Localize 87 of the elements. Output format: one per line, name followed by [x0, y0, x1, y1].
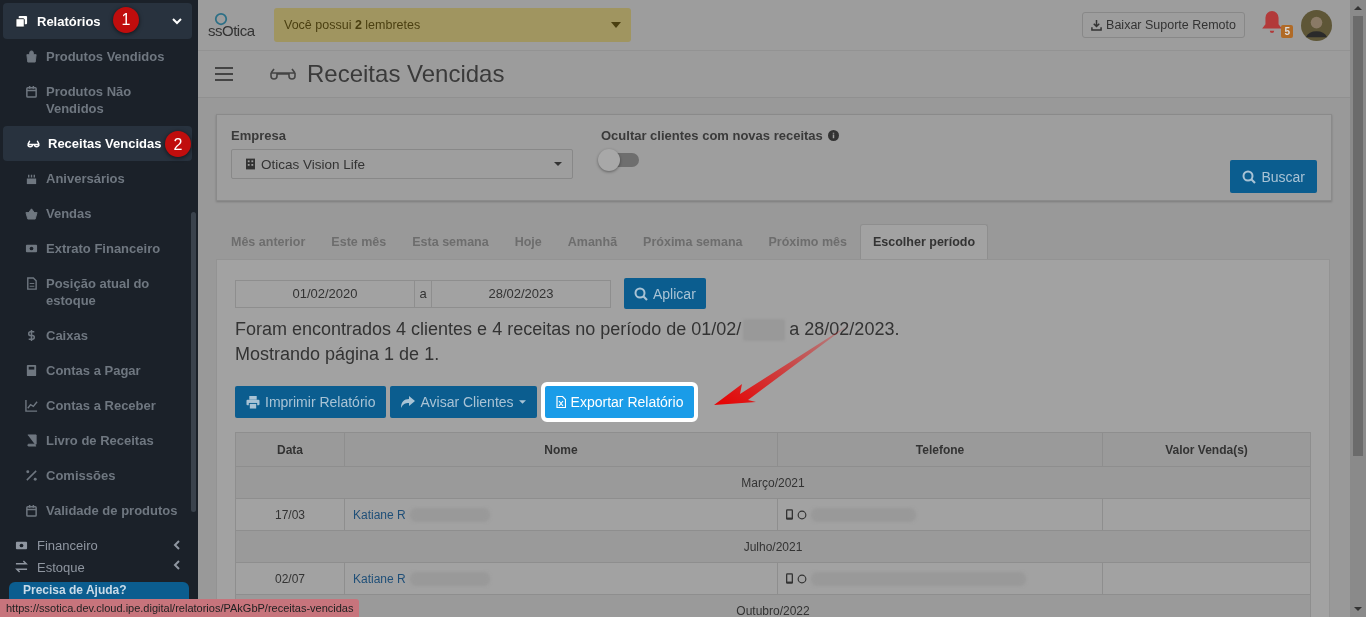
scrollbar[interactable] [1350, 0, 1366, 617]
bell-icon [1261, 10, 1283, 34]
help-button[interactable]: Precisa de Ajuda? [9, 582, 189, 599]
phone-icon [786, 573, 793, 584]
menu-icon[interactable] [215, 67, 233, 81]
paging-text: Mostrando página 1 de 1. [235, 343, 440, 366]
reminder-text: Você possui 2 lembretes [284, 18, 421, 32]
dollar-icon [25, 329, 38, 342]
scroll-up-icon[interactable] [1354, 6, 1362, 10]
chevron-icon [172, 16, 182, 26]
notification-bell[interactable]: 5 [1261, 10, 1291, 40]
copy-icon [15, 14, 28, 28]
sidebar-item[interactable]: Posição atual do estoque [3, 266, 192, 318]
date-field[interactable]: 01/02/2020 [235, 279, 415, 308]
bag-icon [25, 50, 38, 63]
sidebar-item[interactable]: Contas a Pagar [3, 353, 192, 388]
share-arrow-icon [401, 396, 416, 408]
search-icon [634, 286, 648, 301]
glasses-icon [270, 68, 296, 80]
table-cell: 17/03 [235, 498, 345, 531]
field-label: Empresa [231, 128, 287, 143]
calendar-icon [25, 85, 38, 98]
spreadsheet-file-icon [555, 396, 566, 408]
download-button[interactable]: Baixar Suporte Remoto [1082, 12, 1245, 38]
printer-icon [246, 395, 260, 409]
arrows-icon [15, 560, 28, 573]
sidebar-item[interactable]: Receitas Vencidas 2 [3, 126, 192, 161]
caret-icon [611, 22, 621, 28]
scroll-down-icon[interactable] [1354, 607, 1362, 611]
client-link[interactable]: Katiane R [353, 507, 406, 522]
info-icon [827, 130, 839, 141]
page-title: Receitas Vencidas [307, 60, 505, 88]
notify-button[interactable]: Avisar Clientes [390, 386, 537, 418]
step-badge: 1 [113, 7, 139, 33]
table-cell: 02/07 [235, 562, 345, 595]
sidebar-item[interactable]: Produtos Vendidos [3, 39, 192, 74]
status-url: https://ssotica.dev.cloud.ipe.digital/relatorios/PAkGbP/receitas-vencidas [0, 599, 360, 617]
column-header[interactable]: Data [235, 432, 345, 467]
sidebar-item[interactable]: Extrato Financeiro [3, 231, 192, 266]
banknote-icon [25, 242, 38, 255]
search-button[interactable]: Buscar [1230, 160, 1317, 193]
column-header[interactable]: Telefone [777, 432, 1103, 467]
reminder-bar[interactable]: Você possui 2 lembretes [274, 8, 631, 42]
field-label: Ocultar clientes com novas receitas [601, 128, 823, 143]
sidebar-item[interactable]: Produtos Não Vendidos [3, 74, 192, 126]
logo-icon [214, 11, 228, 26]
apply-button[interactable]: Aplicar [624, 278, 706, 309]
sidebar-item[interactable]: Validade de produtos [3, 493, 192, 528]
summary-text: a 28/02/2023. [789, 318, 900, 341]
calendar-icon [25, 504, 38, 517]
download-icon [1091, 19, 1103, 31]
group-row: Julho/2021 [235, 530, 1311, 563]
group-row: Março/2021 [235, 466, 1311, 499]
sidebar-item[interactable]: Comissões [3, 458, 192, 493]
calculator-icon [25, 364, 38, 377]
sidebar-item[interactable]: Livro de Receitas [3, 423, 192, 458]
summary-text: Foram encontrados 4 clientes e 4 receitas no período de 01/02/ [235, 318, 742, 341]
line-chart-icon [25, 399, 38, 412]
basket-icon [25, 207, 38, 220]
phone-icon [786, 509, 793, 520]
tab[interactable]: Escolher período [860, 224, 989, 259]
sidebar-item[interactable]: Contas a Receber [3, 388, 192, 423]
caret-icon [518, 400, 526, 404]
scrollbar[interactable] [191, 212, 196, 512]
notification-count: 5 [1281, 25, 1293, 38]
logo-text: ssOtica [208, 21, 255, 39]
sidebar-item[interactable]: Vendas [3, 196, 192, 231]
document-icon [25, 277, 38, 290]
building-icon [246, 158, 255, 170]
avatar[interactable] [1301, 9, 1332, 41]
print-button[interactable]: Imprimir Relatório [235, 386, 387, 418]
sidebar-item[interactable]: Relatórios 1 [3, 3, 192, 39]
sidebar-item[interactable]: Financeiro [3, 530, 192, 560]
client-link[interactable]: Katiane R [353, 571, 406, 586]
date-field[interactable]: 28/02/2023 [431, 279, 611, 308]
caret-icon [554, 162, 562, 166]
column-header[interactable]: Nome [344, 432, 778, 467]
step-badge: 2 [165, 131, 191, 157]
column-header[interactable]: Valor Venda(s) [1102, 432, 1311, 467]
sidebar-item[interactable]: Aniversários [3, 161, 192, 196]
cake-icon [25, 172, 38, 185]
sidebar-item[interactable]: Estoque [3, 560, 192, 578]
sidebar-item[interactable]: Caixas [3, 318, 192, 353]
company-select[interactable]: Oticas Vision Life [231, 149, 573, 179]
range-separator: a [415, 279, 431, 308]
percent-icon [25, 469, 38, 482]
search-icon [1242, 169, 1257, 184]
